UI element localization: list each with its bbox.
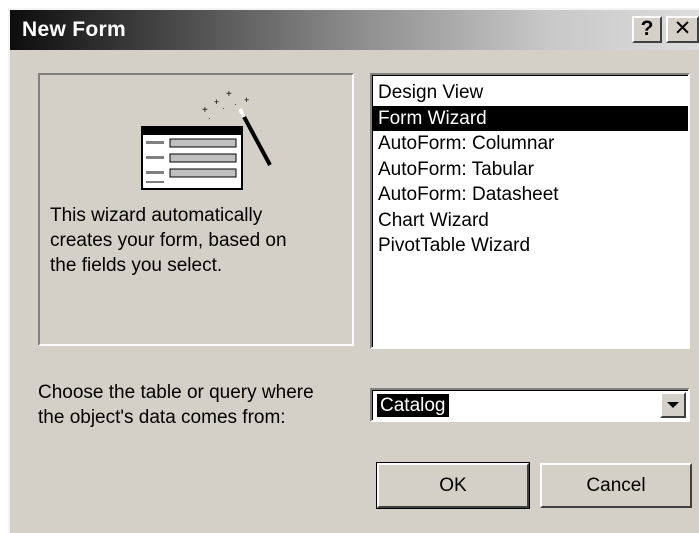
- svg-text:·: ·: [234, 100, 237, 109]
- source-combobox[interactable]: Catalog: [370, 388, 690, 422]
- source-combobox-value[interactable]: Catalog: [377, 394, 449, 417]
- new-form-dialog: New Form ? ✕ + + + · + · · This wizard a…: [8, 8, 699, 533]
- list-item[interactable]: AutoForm: Datasheet: [372, 182, 688, 208]
- list-item[interactable]: AutoForm: Columnar: [372, 131, 688, 157]
- window-title: New Form: [22, 18, 126, 41]
- help-button[interactable]: ?: [632, 16, 662, 43]
- help-icon: ?: [640, 17, 654, 40]
- list-item[interactable]: Design View: [372, 80, 688, 106]
- list-item[interactable]: Chart Wizard: [372, 208, 688, 234]
- svg-text:·: ·: [222, 104, 225, 113]
- chevron-down-icon[interactable]: [660, 392, 686, 418]
- close-icon: ✕: [673, 17, 692, 40]
- wizard-preview-panel: + + + · + · · This wizard automatically …: [38, 73, 354, 346]
- list-item[interactable]: Form Wizard: [372, 105, 688, 131]
- list-item[interactable]: AutoForm: Tabular: [372, 157, 688, 183]
- svg-text:+: +: [226, 89, 232, 100]
- source-label: Choose the table or query where the obje…: [38, 382, 314, 428]
- svg-text:+: +: [244, 95, 249, 105]
- svg-text:·: ·: [208, 114, 211, 123]
- cancel-button[interactable]: Cancel: [540, 463, 692, 508]
- ok-button[interactable]: OK: [376, 462, 530, 509]
- svg-text:+: +: [214, 97, 219, 107]
- title-bar[interactable]: New Form ? ✕: [10, 10, 699, 50]
- list-item[interactable]: PivotTable Wizard: [372, 233, 688, 259]
- wizard-description: This wizard automatically creates your f…: [50, 205, 287, 276]
- form-wizard-icon: + + + · + · ·: [141, 89, 272, 190]
- close-button[interactable]: ✕: [666, 16, 699, 43]
- form-type-listbox[interactable]: Design View Form Wizard AutoForm: Columnar…: [370, 73, 690, 349]
